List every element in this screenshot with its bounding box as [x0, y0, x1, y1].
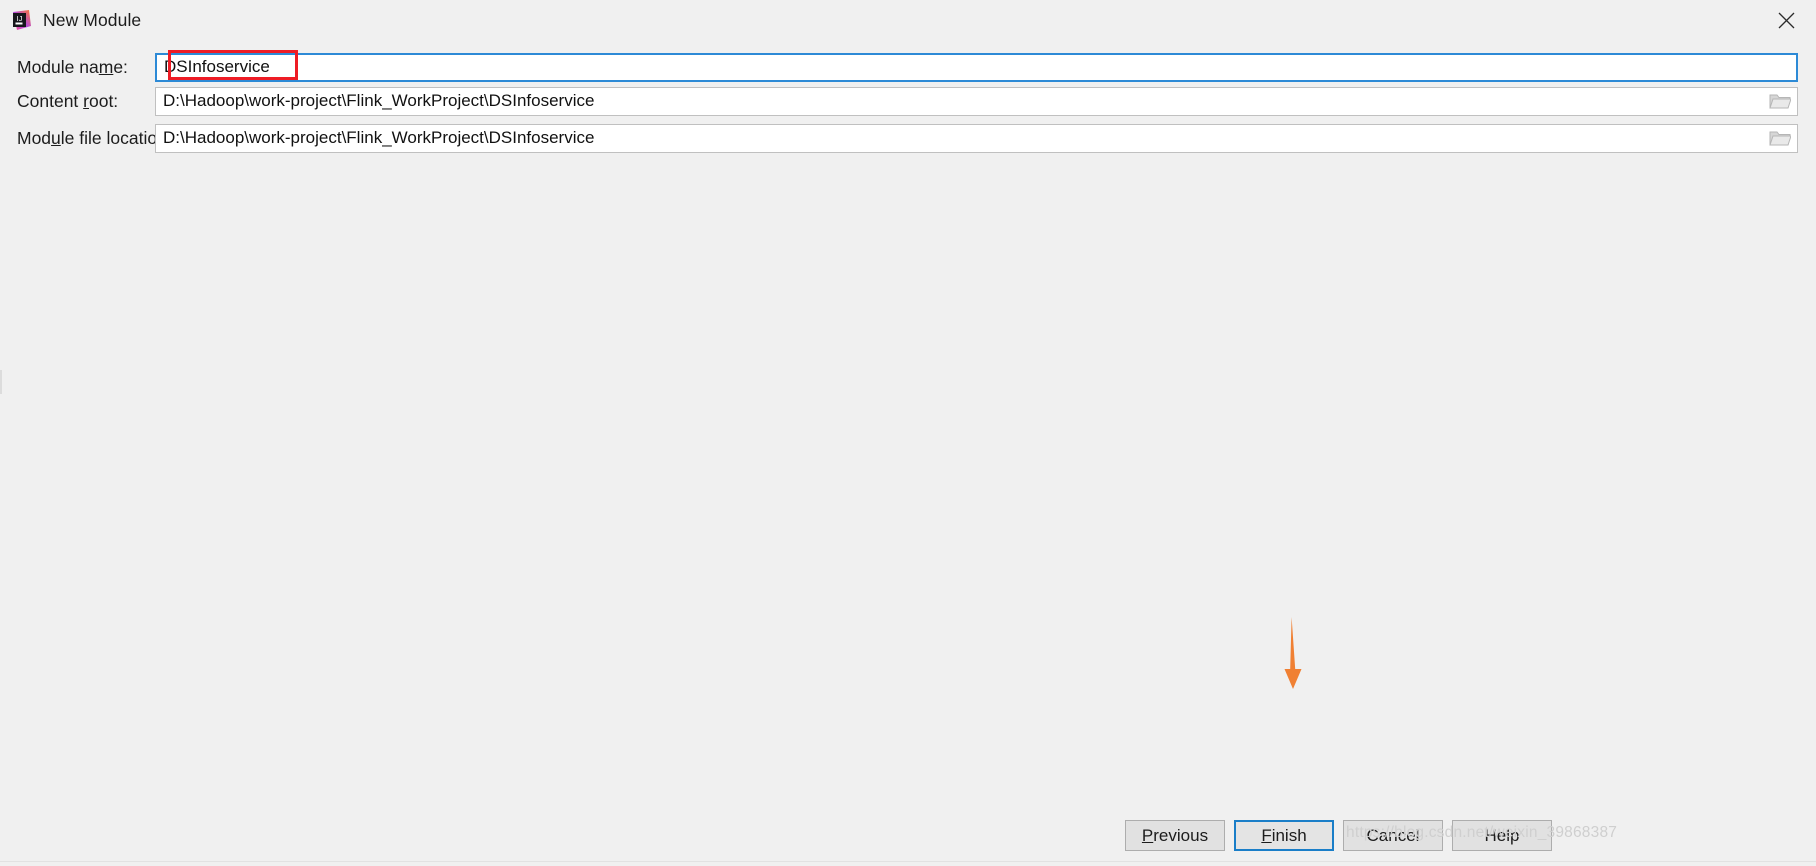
content-root-row: Content root: [0, 86, 1816, 116]
previous-button[interactable]: Previous [1125, 820, 1225, 851]
module-name-label: Module name: [17, 56, 128, 77]
help-button[interactable]: Help [1452, 820, 1552, 851]
close-icon[interactable] [1756, 0, 1816, 40]
module-file-location-row: Module file location: [0, 123, 1816, 153]
down-arrow-icon [1280, 617, 1306, 689]
module-file-location-field-wrap [155, 123, 1798, 153]
content-root-label: Content root: [17, 90, 119, 111]
svg-text:IJ: IJ [17, 14, 23, 23]
content-root-field-wrap [155, 86, 1798, 116]
module-name-row: Module name: [0, 52, 1816, 82]
window-title: New Module [43, 9, 142, 30]
module-file-location-label: Module file location: [17, 127, 172, 148]
module-name-field-wrap [155, 52, 1798, 82]
folder-icon[interactable] [1769, 92, 1791, 110]
cancel-button[interactable]: Cancel [1343, 820, 1443, 851]
intellij-idea-logo-icon: IJ [10, 9, 32, 31]
finish-button[interactable]: Finish [1234, 820, 1334, 851]
content-root-input[interactable] [155, 86, 1798, 116]
module-name-input[interactable] [155, 52, 1798, 82]
title-bar: IJ New Module [0, 0, 1816, 40]
left-edge-divider [0, 370, 2, 394]
dialog-button-bar: Previous Finish Cancel Help https://blog… [0, 806, 1816, 866]
folder-icon[interactable] [1769, 129, 1791, 147]
dialog-bottom-edge [0, 861, 1816, 866]
module-file-location-input[interactable] [155, 123, 1798, 153]
